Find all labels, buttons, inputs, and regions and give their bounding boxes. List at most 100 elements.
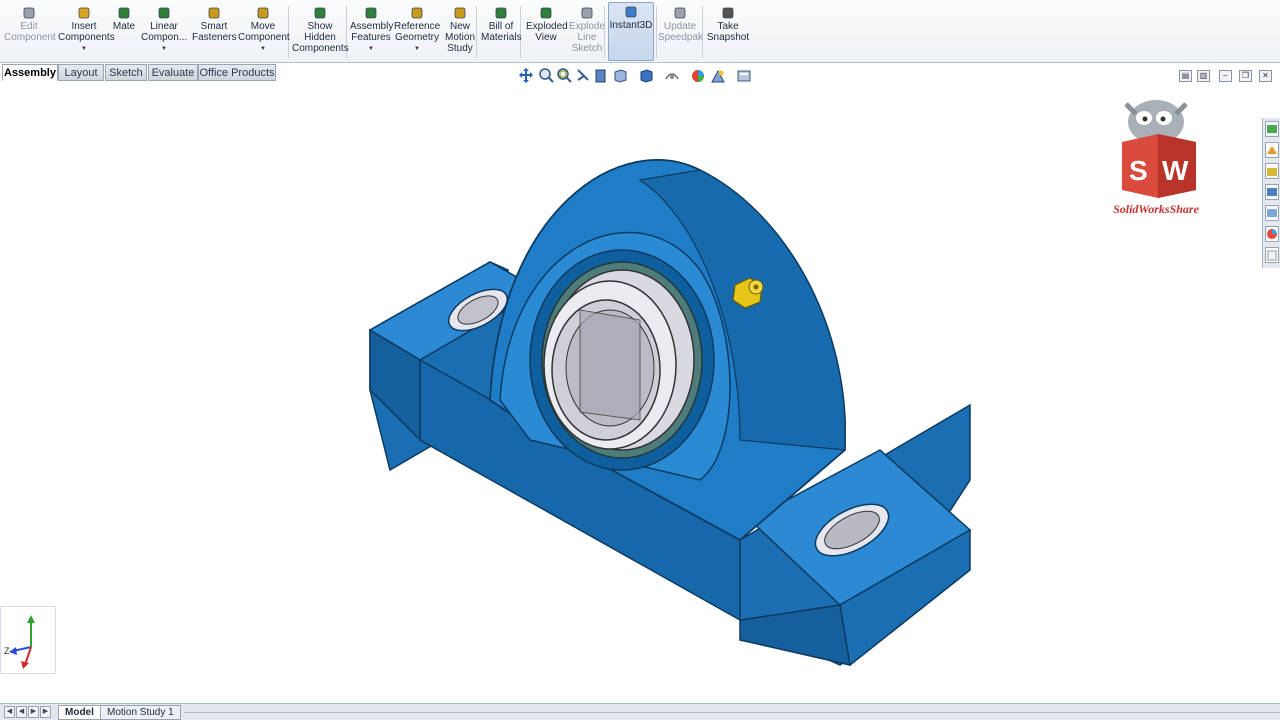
zoom-to-fit-icon[interactable] [538,67,554,85]
update-speedpak-icon [674,7,686,19]
show-hidden-button[interactable]: Show Hidden Components [292,4,349,62]
pillow-block-bearing-model[interactable] [360,150,980,670]
watermark-logo: S W [1122,100,1196,198]
minimize-icon[interactable]: – [1219,70,1232,82]
motion-study-icon [454,7,466,19]
ribbon-separator [656,6,657,58]
smart-fasteners-icon [208,7,220,19]
show-hidden-icon [314,7,326,19]
explode-line-sketch-button[interactable]: Explode Line Sketch [568,4,606,62]
update-speedpak-button[interactable]: Update Speedpak [658,4,704,62]
prev-tab-icon[interactable]: ◀ [16,706,27,718]
view-settings-icon[interactable] [736,67,752,85]
command-manager: Edit Component Insert Components ▼ Mate Line… [0,0,1280,63]
ribbon-command-label: Move Component [238,21,290,43]
insert-components-button[interactable]: Insert Components ▼ [58,4,115,62]
mate-button[interactable]: Mate [111,4,137,62]
assembly-features-icon [365,7,377,19]
restore-icon[interactable]: ❐ [1239,70,1252,82]
apply-scene-icon[interactable] [710,67,726,85]
move-component-button[interactable]: Move Component ▼ [238,4,290,62]
ribbon-command-label: Explode Line Sketch [568,21,606,54]
design-library-icon[interactable] [1265,142,1279,158]
reference-geometry-icon [411,7,423,19]
tile-horizontal-icon[interactable]: ▤ [1179,70,1192,82]
bottom-bar-rule [184,712,1280,713]
dropdown-arrow-icon[interactable]: ▼ [350,44,392,55]
ribbon-command-label: Update Speedpak [658,21,704,43]
dropdown-arrow-icon[interactable]: ▼ [58,44,110,55]
take-snapshot-icon [722,7,734,19]
reference-triad: Z [0,606,56,674]
watermark-text: SolidWorksShare [1113,202,1199,216]
bill-of-materials-button[interactable]: Bill of Materials [481,4,522,62]
ribbon-command-label: Take Snapshot [706,21,750,43]
exploded-view-button[interactable]: Exploded View [526,4,568,62]
svg-text:S: S [1129,155,1148,186]
display-style-icon[interactable] [638,67,654,85]
first-tab-icon[interactable]: ◀ [4,706,15,718]
mate-icon [118,7,130,19]
tab-assembly[interactable]: Assembly [2,64,58,81]
tile-vertical-icon[interactable]: ▥ [1197,70,1210,82]
previous-view-icon[interactable] [575,67,591,85]
linear-pattern-button[interactable]: Linear Compon... ▼ [141,4,187,62]
last-tab-icon[interactable]: ▶ [40,706,51,718]
dropdown-arrow-icon[interactable]: ▼ [141,44,187,55]
ribbon-command-label: Instant3D [609,20,653,31]
edit-component-icon [23,7,35,19]
ribbon-command-label: Insert Components [58,21,115,43]
ribbon-command-label: Show Hidden Components [292,21,349,54]
edit-component-button[interactable]: Edit Component [4,4,56,62]
zoom-area-icon[interactable] [556,67,572,85]
edit-appearance-icon[interactable] [690,67,706,85]
bottom-tab-model[interactable]: Model [58,705,101,720]
instant3d-icon [625,6,637,18]
solidworks-window: Edit Component Insert Components ▼ Mate Line… [0,0,1280,720]
appearances-icon[interactable] [1265,205,1279,221]
ribbon-command-label: Linear Compon... [141,21,188,43]
watermark: S W SolidWorksShare [1096,96,1216,222]
solidworks-resources-icon[interactable] [1265,121,1279,137]
ribbon-command-label: Mate [112,21,136,32]
dropdown-arrow-icon[interactable]: ▼ [394,44,440,55]
bottom-tab-bar: ◀ ◀ ▶ ▶ Model Motion Study 1 [0,703,1280,720]
triad-z-label: Z [4,646,10,656]
take-snapshot-button[interactable]: Take Snapshot [706,4,750,62]
exploded-view-icon [540,7,552,19]
close-icon[interactable]: ✕ [1259,70,1272,82]
tab-layout[interactable]: Layout [58,64,104,81]
smart-fasteners-button[interactable]: Smart Fasteners [192,4,236,62]
assembly-features-button[interactable]: Assembly Features ▼ [350,4,394,62]
custom-properties-icon[interactable] [1265,247,1279,263]
pan-icon[interactable] [518,67,534,85]
section-view-icon[interactable] [593,67,609,85]
move-component-icon [257,7,269,19]
explode-line-sketch-icon [581,7,593,19]
ribbon-command-label: Exploded View [526,21,568,43]
tab-sketch[interactable]: Sketch [105,64,147,81]
next-tab-icon[interactable]: ▶ [28,706,39,718]
dropdown-arrow-icon[interactable]: ▼ [238,44,288,55]
view-palette-icon[interactable] [1265,184,1279,200]
linear-pattern-icon [158,7,170,19]
appearances-scenes-icon[interactable] [1265,226,1279,242]
reference-geometry-button[interactable]: Reference Geometry ▼ [394,4,440,62]
instant3d-button[interactable]: Instant3D [608,2,654,61]
ribbon-command-label: Reference Geometry [394,21,441,43]
ribbon-command-label: Smart Fasteners [192,21,237,43]
ribbon-command-label: Edit Component [4,21,56,43]
motion-study-button[interactable]: New Motion Study [445,4,475,62]
file-explorer-icon[interactable] [1265,163,1279,179]
insert-components-icon [78,7,90,19]
task-pane-tabs [1262,118,1280,268]
ribbon-separator [476,6,477,58]
command-manager-tabs: Assembly Layout Sketch Evaluate Office Produ… [0,63,280,83]
hide-show-items-icon[interactable] [664,67,680,85]
bill-of-materials-icon [495,7,507,19]
ribbon-command-label: Assembly Features [350,21,394,43]
tab-evaluate[interactable]: Evaluate [148,64,198,81]
tab-office-products[interactable]: Office Products [198,64,276,81]
view-orientation-icon[interactable] [612,67,628,85]
bottom-tab-motion-study-1[interactable]: Motion Study 1 [100,705,181,720]
